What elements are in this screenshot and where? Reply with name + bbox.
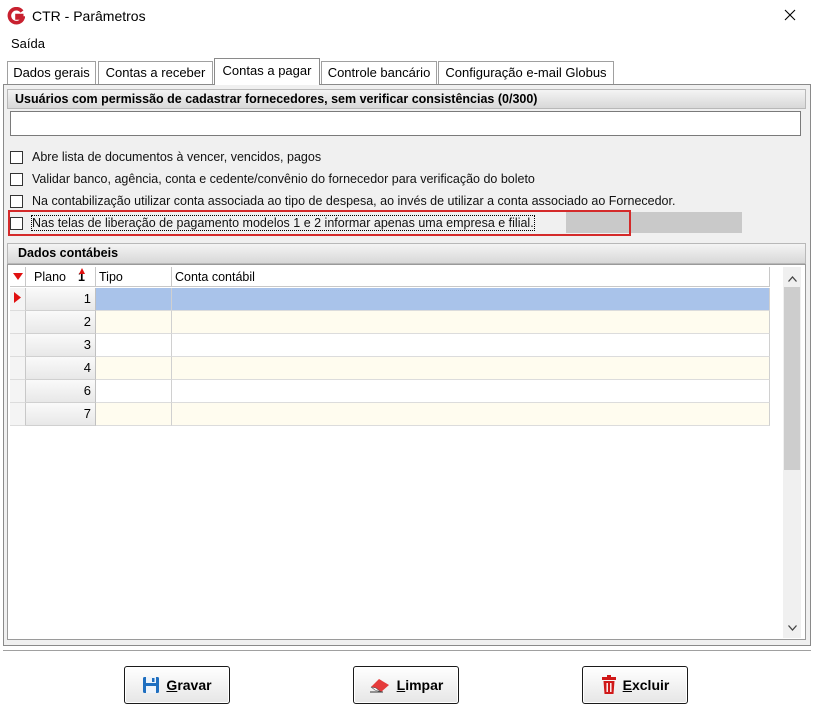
- grid-header: Plano 1 Tipo Conta contábil: [10, 267, 770, 287]
- triangle-right-icon: [14, 292, 21, 306]
- scroll-down-arrow[interactable]: [783, 618, 801, 636]
- tab-contas-a-pagar[interactable]: Contas a pagar: [214, 58, 320, 85]
- tab-strip: Dados gerais Contas a receber Contas a p…: [0, 58, 813, 85]
- table-row[interactable]: 3: [10, 334, 770, 357]
- excluir-label: Excluir: [623, 677, 670, 693]
- tab-configuracao-email-globus[interactable]: Configuração e-mail Globus: [438, 61, 614, 84]
- cell-conta[interactable]: [172, 311, 770, 334]
- accelerator-key: G: [166, 677, 178, 693]
- label-rest: xcluir: [631, 677, 670, 693]
- row-indicator: [10, 357, 26, 380]
- cell-conta[interactable]: [172, 403, 770, 426]
- grid-vertical-scrollbar[interactable]: [783, 267, 801, 638]
- cell-conta[interactable]: [172, 357, 770, 380]
- cell-plano[interactable]: 6: [26, 380, 96, 403]
- chevron-up-icon: [787, 271, 797, 285]
- accelerator-key: L: [396, 677, 406, 693]
- row-indicator: [10, 288, 26, 311]
- cell-tipo[interactable]: [96, 403, 172, 426]
- menu-item-saida[interactable]: Saída: [11, 36, 45, 51]
- column-label: Plano: [34, 270, 66, 284]
- cell-conta[interactable]: [172, 334, 770, 357]
- accelerator-key: E: [622, 677, 632, 693]
- cell-plano[interactable]: 7: [26, 403, 96, 426]
- limpar-label: Limpar: [397, 677, 444, 693]
- table-row[interactable]: 1: [10, 288, 770, 311]
- sort-ascending-icon: 1: [78, 267, 85, 287]
- app-logo-icon: [7, 6, 26, 25]
- cell-plano[interactable]: 3: [26, 334, 96, 357]
- dados-contabeis-header: Dados contábeis: [7, 243, 806, 264]
- row-indicator: [10, 311, 26, 334]
- option-checkbox[interactable]: [10, 194, 23, 208]
- label-rest: impar: [405, 677, 444, 693]
- close-button[interactable]: [767, 0, 813, 32]
- tab-dados-gerais[interactable]: Dados gerais: [7, 61, 96, 84]
- table-row[interactable]: 7: [10, 403, 770, 426]
- close-icon: [784, 9, 796, 24]
- triangle-down-icon: [12, 267, 23, 287]
- cell-tipo[interactable]: [96, 334, 172, 357]
- scroll-up-arrow[interactable]: [783, 269, 801, 287]
- cell-conta[interactable]: [172, 380, 770, 403]
- gravar-button[interactable]: Gravar: [124, 666, 230, 704]
- option-label: Abre lista de documentos à vencer, venci…: [32, 150, 322, 164]
- option-label: Na contabilização utilizar conta associa…: [32, 194, 676, 208]
- title-bar: CTR - Parâmetros: [0, 0, 813, 32]
- row-indicator-header: [10, 267, 26, 287]
- excluir-button[interactable]: Excluir: [582, 666, 688, 704]
- option-row[interactable]: Na contabilização utilizar conta associa…: [10, 192, 675, 210]
- gravar-label: Gravar: [166, 677, 211, 693]
- permissions-users-input[interactable]: [10, 111, 801, 136]
- cell-plano[interactable]: 1: [26, 288, 96, 311]
- column-header-conta-contabil[interactable]: Conta contábil: [172, 267, 770, 287]
- menu-bar: Saída: [0, 34, 813, 54]
- cell-tipo[interactable]: [96, 311, 172, 334]
- cell-plano[interactable]: 4: [26, 357, 96, 380]
- table-row[interactable]: 2: [10, 311, 770, 334]
- row-indicator: [10, 334, 26, 357]
- limpar-button[interactable]: Limpar: [353, 666, 459, 704]
- cell-conta[interactable]: [172, 288, 770, 311]
- option-row[interactable]: Validar banco, agência, conta e cedente/…: [10, 170, 535, 188]
- floppy-disk-icon: [142, 676, 160, 694]
- window-title: CTR - Parâmetros: [32, 8, 146, 24]
- label-rest: ravar: [177, 677, 212, 693]
- scroll-thumb[interactable]: [784, 287, 800, 470]
- cell-tipo[interactable]: [96, 357, 172, 380]
- option-checkbox[interactable]: [10, 172, 23, 186]
- table-row[interactable]: 6: [10, 380, 770, 403]
- tab-controle-bancario[interactable]: Controle bancário: [321, 61, 437, 84]
- cell-plano[interactable]: 2: [26, 311, 96, 334]
- column-header-plano[interactable]: Plano 1: [26, 267, 96, 287]
- option-label: Validar banco, agência, conta e cedente/…: [32, 172, 535, 186]
- cell-tipo[interactable]: [96, 288, 172, 311]
- cell-tipo[interactable]: [96, 380, 172, 403]
- row-indicator: [10, 403, 26, 426]
- permissions-header: Usuários com permissão de cadastrar forn…: [7, 89, 806, 109]
- table-row[interactable]: 4: [10, 357, 770, 380]
- tab-contas-a-receber[interactable]: Contas a receber: [98, 61, 213, 84]
- footer-separator: [3, 650, 811, 652]
- row-indicator: [10, 380, 26, 403]
- eraser-icon: [369, 677, 391, 693]
- highlight-box: [8, 210, 631, 236]
- option-checkbox[interactable]: [10, 150, 23, 164]
- trash-icon: [601, 675, 617, 695]
- chevron-down-icon: [787, 620, 797, 634]
- column-header-tipo[interactable]: Tipo: [96, 267, 172, 287]
- option-row[interactable]: Abre lista de documentos à vencer, venci…: [10, 148, 321, 166]
